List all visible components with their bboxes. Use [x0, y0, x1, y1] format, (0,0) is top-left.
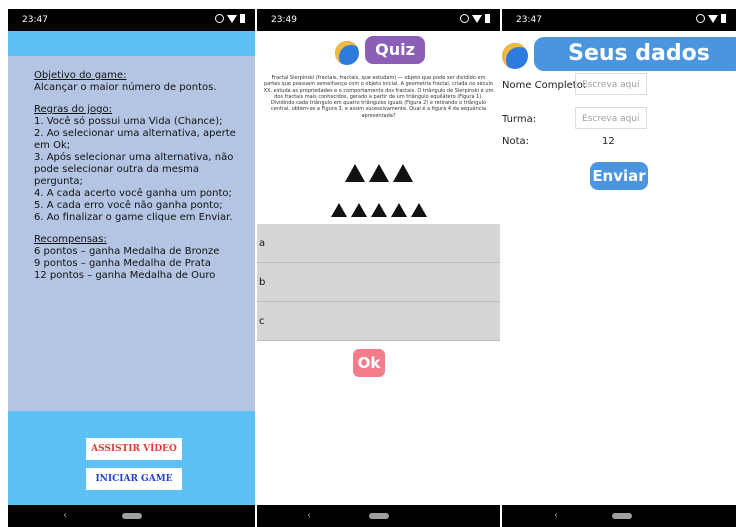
home-pill-icon[interactable]: [369, 513, 389, 519]
question-text: Fractal Sierpinski (fractais, fractais, …: [263, 75, 494, 119]
quiz-screen: Quiz Fractal Sierpinski (fractais, fract…: [257, 31, 500, 505]
app-logo-icon: [335, 41, 359, 65]
phone-quiz-screen: 23:49 Quiz Fractal Sierpinski (fractais,…: [257, 9, 500, 527]
status-bar: 23:47: [8, 9, 255, 31]
answer-options: a b c: [257, 224, 500, 341]
battery-icon: [240, 14, 245, 23]
wifi-icon: [472, 14, 482, 23]
triangle-figure-icon: [344, 164, 365, 182]
reward-item: 12 pontos – ganha Medalha de Ouro: [34, 270, 216, 281]
triangle-option-icon: [410, 203, 427, 217]
triangle-figure-icon: [392, 164, 413, 182]
figure-sequence-top: [257, 164, 500, 182]
rule-item: 5. A cada erro você não ganha ponto;: [34, 200, 223, 211]
rule-item: 2. Ao selecionar uma alternativa, aperte…: [34, 128, 236, 151]
class-label: Turma:: [502, 114, 537, 125]
wifi-icon: [708, 14, 718, 23]
status-icons: [460, 14, 490, 23]
status-icons: [696, 14, 726, 23]
status-time: 23:47: [22, 15, 48, 25]
option-label: a: [259, 238, 266, 249]
quiz-title: Quiz: [365, 36, 425, 64]
class-input[interactable]: Escreva aqui: [575, 107, 647, 129]
rule-item: 6. Ao finalizar o game clique em Enviar.: [34, 212, 233, 223]
back-icon[interactable]: ‹: [63, 510, 67, 521]
form-screen: Seus dados Nome Completo: Escreva aqui T…: [502, 31, 736, 505]
triangle-option-icon: [370, 203, 387, 217]
android-nav-bar: ‹: [502, 505, 736, 527]
battery-icon: [721, 14, 726, 23]
grade-value: 12: [602, 136, 615, 147]
rules-title: Regras do jogo:: [34, 104, 113, 115]
rules-screen: Objetivo do game: Alcançar o maior númer…: [8, 31, 255, 505]
triangle-option-icon: [330, 203, 347, 217]
triangle-option-icon: [390, 203, 407, 217]
option-a[interactable]: a: [257, 224, 500, 263]
name-label: Nome Completo:: [502, 80, 587, 91]
triangle-option-icon: [350, 203, 367, 217]
option-label: b: [259, 277, 266, 288]
objective-title: Objetivo do game:: [34, 70, 127, 81]
ok-button[interactable]: Ok: [353, 349, 385, 377]
reward-item: 9 pontos – ganha Medalha de Prata: [34, 258, 211, 269]
reward-item: 6 pontos – ganha Medalha de Bronze: [34, 246, 220, 257]
status-time: 23:47: [516, 15, 542, 25]
triangle-figure-icon: [368, 164, 389, 182]
submit-button[interactable]: Enviar: [590, 162, 648, 190]
phone-form-screen: 23:47 Seus dados Nome Completo: Escreva …: [502, 9, 736, 527]
name-input[interactable]: Escreva aqui: [575, 73, 647, 95]
objective-text: Alcançar o maior número de pontos.: [34, 82, 217, 93]
alarm-icon: [215, 14, 224, 23]
alarm-icon: [696, 14, 705, 23]
status-bar: 23:47: [502, 9, 736, 31]
wifi-icon: [227, 14, 237, 23]
status-time: 23:49: [271, 15, 297, 25]
option-c[interactable]: c: [257, 302, 500, 341]
android-nav-bar: ‹: [8, 505, 255, 527]
home-pill-icon[interactable]: [122, 513, 142, 519]
back-icon[interactable]: ‹: [554, 510, 558, 521]
android-nav-bar: ‹: [257, 505, 500, 527]
status-icons: [215, 14, 245, 23]
status-bar: 23:49: [257, 9, 500, 31]
battery-icon: [485, 14, 490, 23]
option-label: c: [259, 316, 265, 327]
home-pill-icon[interactable]: [612, 513, 632, 519]
rewards-title: Recompensas:: [34, 234, 107, 245]
app-logo-icon: [502, 43, 528, 69]
rule-item: 4. A cada acerto você ganha um ponto;: [34, 188, 232, 199]
grade-label: Nota:: [502, 136, 530, 147]
option-b[interactable]: b: [257, 263, 500, 302]
figure-options-row: [257, 203, 500, 217]
start-game-button[interactable]: INICIAR GAME: [86, 468, 182, 490]
rule-item: 3. Após selecionar uma alternativa, não …: [34, 152, 234, 187]
alarm-icon: [460, 14, 469, 23]
watch-video-button[interactable]: ASSISTIR VÍDEO: [86, 438, 182, 460]
back-icon[interactable]: ‹: [307, 510, 311, 521]
phone-rules-screen: 23:47 Objetivo do game: Alcançar o maior…: [8, 9, 255, 527]
form-title: Seus dados: [534, 37, 736, 71]
rule-item: 1. Você só possui uma Vida (Chance);: [34, 116, 223, 127]
rules-panel: Objetivo do game: Alcançar o maior númer…: [8, 56, 255, 411]
